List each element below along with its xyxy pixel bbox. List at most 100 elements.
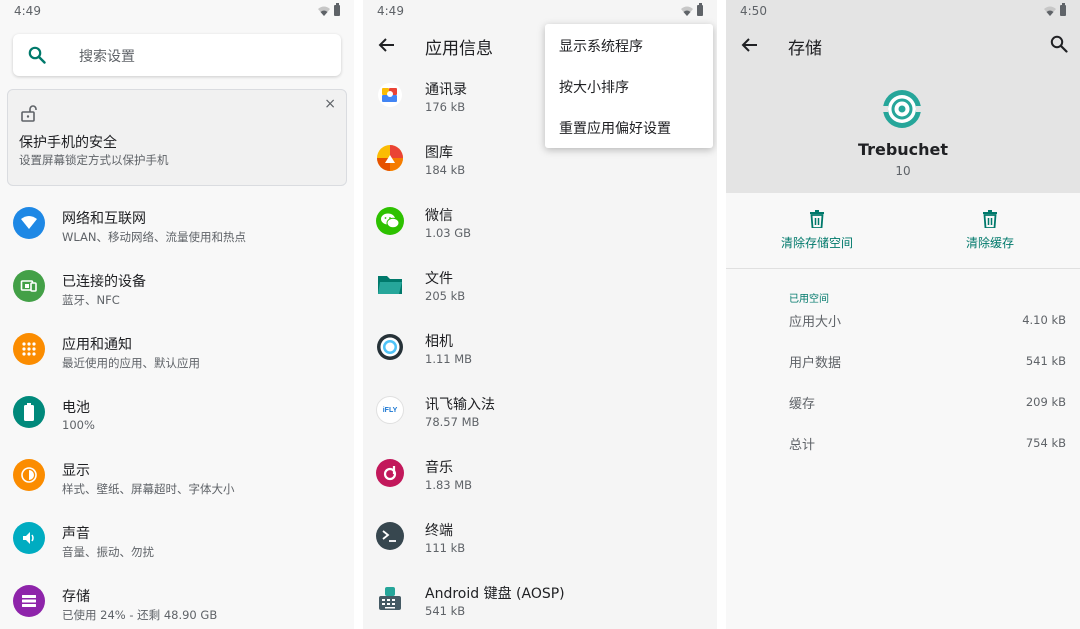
settings-item-devices[interactable]: 已连接的设备 蓝牙、NFC bbox=[0, 256, 354, 316]
menu-item-reset-preferences[interactable]: 重置应用偏好设置 bbox=[559, 118, 671, 138]
storage-icon bbox=[13, 585, 45, 617]
app-size: 78.57 MB bbox=[425, 415, 480, 429]
menu-item-show-system[interactable]: 显示系统程序 bbox=[559, 36, 643, 56]
settings-item-title: 网络和互联网 bbox=[62, 211, 146, 227]
contacts-icon bbox=[376, 81, 404, 109]
settings-item-display[interactable]: 显示 样式、壁纸、屏幕超时、字体大小 bbox=[0, 445, 354, 505]
settings-item-sound[interactable]: 声音 音量、振动、勿扰 bbox=[0, 508, 354, 568]
app-size: 1.83 MB bbox=[425, 478, 473, 492]
settings-item-network[interactable]: 网络和互联网 WLAN、移动网络、流量使用和热点 bbox=[0, 193, 354, 253]
trash-icon bbox=[983, 210, 997, 228]
app-row-terminal[interactable]: 终端 111 kB bbox=[363, 506, 717, 569]
wechat-icon bbox=[376, 207, 404, 235]
app-name: 微信 bbox=[425, 208, 453, 224]
clear-storage-label: 清除存储空间 bbox=[780, 236, 853, 250]
settings-item-battery[interactable]: 电池 100% bbox=[0, 382, 354, 442]
display-icon bbox=[13, 459, 45, 491]
trebuchet-app-icon bbox=[882, 90, 922, 128]
storage-label: 用户数据 bbox=[789, 356, 842, 371]
settings-panel: 4:49 搜索设置 × 保护手机的安全 设置屏幕锁定方式以保护手机 网络和互联网… bbox=[0, 0, 354, 629]
battery-icon bbox=[13, 396, 45, 428]
terminal-icon bbox=[376, 522, 404, 550]
storage-value: 754 kB bbox=[1025, 436, 1066, 450]
app-version: 10 bbox=[895, 164, 911, 178]
wifi-status-icon bbox=[681, 6, 693, 16]
settings-item-title: 存储 bbox=[62, 589, 90, 605]
back-arrow-icon[interactable] bbox=[377, 35, 397, 55]
app-size: 176 kB bbox=[425, 100, 466, 114]
search-settings-bar[interactable]: 搜索设置 bbox=[13, 34, 341, 76]
search-icon bbox=[28, 46, 46, 64]
divider bbox=[726, 268, 1080, 269]
settings-item-subtitle: 音量、振动、勿扰 bbox=[62, 545, 154, 559]
clear-cache-label: 清除缓存 bbox=[965, 236, 1014, 250]
settings-item-subtitle: 蓝牙、NFC bbox=[62, 293, 120, 307]
settings-item-subtitle: 最近使用的应用、默认应用 bbox=[62, 356, 200, 370]
status-icons bbox=[681, 3, 703, 16]
status-time: 4:50 bbox=[740, 4, 767, 18]
clear-storage-button[interactable]: 清除存储空间 bbox=[752, 210, 882, 251]
security-suggestion-card[interactable]: × 保护手机的安全 设置屏幕锁定方式以保护手机 bbox=[7, 89, 347, 186]
wifi-status-icon bbox=[318, 6, 330, 16]
settings-item-subtitle: WLAN、移动网络、流量使用和热点 bbox=[62, 230, 247, 244]
settings-item-apps[interactable]: 应用和通知 最近使用的应用、默认应用 bbox=[0, 319, 354, 379]
files-icon bbox=[376, 270, 404, 298]
battery-status-icon bbox=[697, 3, 703, 16]
app-row-ifly[interactable]: iFLY 讯飞输入法 78.57 MB bbox=[363, 380, 717, 443]
status-bar: 4:50 bbox=[726, 0, 1080, 22]
status-bar: 4:49 bbox=[0, 0, 354, 22]
app-row-music[interactable]: 音乐 1.83 MB bbox=[363, 443, 717, 506]
settings-item-title: 显示 bbox=[62, 463, 90, 479]
storage-label: 应用大小 bbox=[789, 315, 842, 330]
devices-icon bbox=[13, 270, 45, 302]
search-placeholder: 搜索设置 bbox=[79, 49, 135, 65]
settings-item-title: 电池 bbox=[62, 400, 90, 416]
page-title: 存储 bbox=[788, 39, 822, 59]
app-row-camera[interactable]: 相机 1.11 MB bbox=[363, 317, 717, 380]
app-size: 184 kB bbox=[425, 163, 466, 177]
sound-icon bbox=[13, 522, 45, 554]
app-name: 音乐 bbox=[425, 460, 453, 476]
camera-icon bbox=[376, 333, 404, 361]
search-icon[interactable] bbox=[1050, 35, 1068, 53]
status-time: 4:49 bbox=[14, 4, 41, 18]
card-title: 保护手机的安全 bbox=[19, 135, 117, 151]
app-name: 终端 bbox=[425, 523, 453, 539]
clear-cache-button[interactable]: 清除缓存 bbox=[925, 210, 1055, 251]
storage-value: 209 kB bbox=[1025, 395, 1066, 409]
music-icon bbox=[376, 459, 404, 487]
storage-value: 541 kB bbox=[1025, 354, 1066, 368]
card-subtitle: 设置屏幕锁定方式以保护手机 bbox=[19, 153, 169, 167]
app-name: 通讯录 bbox=[425, 82, 467, 98]
app-size: 541 kB bbox=[425, 604, 466, 618]
storage-label: 总计 bbox=[789, 438, 816, 453]
wifi-status-icon bbox=[1044, 6, 1056, 16]
storage-row-cache: 缓存 209 kB bbox=[726, 393, 1080, 423]
app-row-keyboard[interactable]: Android 键盘 (AOSP) 541 kB bbox=[363, 569, 717, 629]
menu-item-sort-by-size[interactable]: 按大小排序 bbox=[559, 77, 629, 97]
ifly-icon-text: iFLY bbox=[382, 406, 398, 414]
back-arrow-icon[interactable] bbox=[740, 35, 760, 55]
storage-row-total: 总计 754 kB bbox=[726, 434, 1080, 464]
page-title: 应用信息 bbox=[425, 39, 493, 59]
settings-item-subtitle: 100% bbox=[62, 418, 95, 432]
battery-status-icon bbox=[1060, 3, 1066, 16]
storage-header: 4:50 存储 Trebuchet 10 bbox=[726, 0, 1080, 193]
storage-row-user-data: 用户数据 541 kB bbox=[726, 352, 1080, 382]
settings-item-title: 已连接的设备 bbox=[62, 274, 146, 290]
app-row-files[interactable]: 文件 205 kB bbox=[363, 254, 717, 317]
ifly-icon: iFLY bbox=[376, 396, 404, 424]
storage-value: 4.10 kB bbox=[1022, 313, 1066, 327]
app-name: 文件 bbox=[425, 271, 453, 287]
settings-item-subtitle: 已使用 24% - 还剩 48.90 GB bbox=[62, 608, 218, 622]
status-icons bbox=[318, 3, 340, 16]
app-row-wechat[interactable]: 微信 1.03 GB bbox=[363, 191, 717, 254]
settings-item-title: 声音 bbox=[62, 526, 90, 542]
trash-icon bbox=[810, 210, 824, 228]
settings-item-storage[interactable]: 存储 已使用 24% - 还剩 48.90 GB bbox=[0, 571, 354, 629]
settings-item-subtitle: 样式、壁纸、屏幕超时、字体大小 bbox=[62, 482, 235, 496]
app-size: 111 kB bbox=[425, 541, 466, 555]
keyboard-icon bbox=[376, 585, 404, 613]
close-icon[interactable]: × bbox=[324, 97, 336, 111]
status-icons bbox=[1044, 3, 1066, 16]
